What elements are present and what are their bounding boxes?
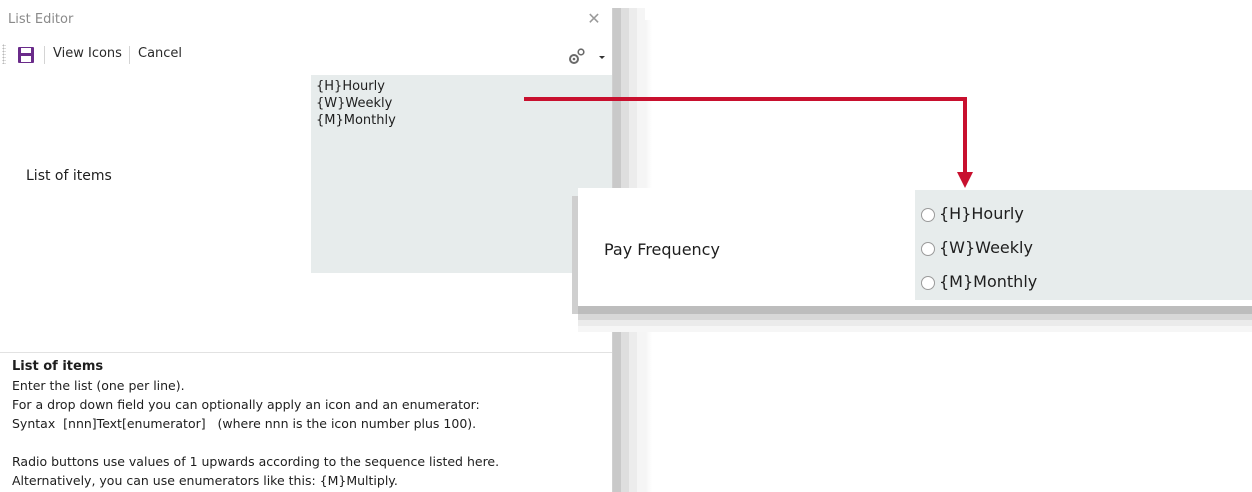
list-editor-window: List Editor ✕ View Icons Cancel List of … [0,8,613,492]
help-line: Radio buttons use values of 1 upwards ac… [12,454,500,469]
help-line: For a drop down field you can optionally… [12,397,480,412]
help-line: Syntax [nnn]Text[enumerator] (where nnn … [12,416,477,431]
radio-icon[interactable] [921,208,935,222]
help-divider [0,352,612,353]
help-title: List of items [12,359,104,374]
dropdown-icon[interactable] [597,52,607,62]
help-line: Enter the list (one per line). [12,378,185,393]
radio-label: {M}Monthly [939,272,1038,291]
list-line: {M}Monthly [316,113,396,128]
close-icon[interactable]: ✕ [585,10,603,28]
radio-label: {H}Hourly [939,204,1024,223]
help-line: Alternatively, you can use enumerators l… [12,473,398,488]
radio-icon[interactable] [921,242,935,256]
pay-frequency-label: Pay Frequency [604,240,720,259]
radio-group: {H}Hourly {W}Weekly {M}Monthly [915,190,1252,300]
list-items-textarea[interactable]: {H}Hourly {W}Weekly {M}Monthly [311,75,612,273]
help-line [12,433,607,452]
titlebar: List Editor ✕ [0,8,612,32]
help-panel: List of items Enter the list (one per li… [12,356,607,490]
toolbar-grip[interactable] [2,44,6,64]
save-icon[interactable] [16,45,36,65]
toolbar-separator [129,46,130,64]
list-of-items-label: List of items [26,168,112,184]
toolbar: View Icons Cancel [0,42,612,68]
cancel-button[interactable]: Cancel [138,45,182,63]
preview-panel: Pay Frequency {H}Hourly {W}Weekly {M}Mon… [578,188,1252,306]
radio-label: {W}Weekly [939,238,1033,257]
toolbar-separator [44,46,45,64]
window-title: List Editor [8,12,74,27]
radio-icon[interactable] [921,276,935,290]
view-icons-button[interactable]: View Icons [53,45,122,63]
list-line: {W}Weekly [316,96,393,111]
gear-icon[interactable] [567,47,587,65]
list-line: {H}Hourly [316,79,385,94]
